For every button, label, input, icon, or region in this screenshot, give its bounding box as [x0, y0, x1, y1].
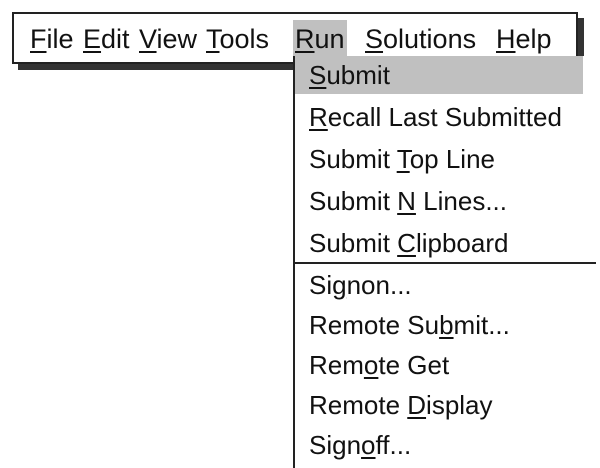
run-menu-label-pre: Rem [309, 350, 364, 380]
run-menu-mnemonic: C [397, 228, 416, 258]
menu-file[interactable]: File [28, 20, 76, 58]
menu-edit[interactable]: Edit [81, 20, 132, 58]
run-menu-label-post: mit... [453, 310, 510, 340]
menu-mnemonic: T [206, 24, 220, 54]
run-menu-label-post: ecall Last Submitted [327, 102, 562, 132]
run-menu-label-pre: Submit [309, 228, 398, 258]
run-menu-item-signon[interactable]: Signon... [295, 266, 412, 304]
run-menu-mnemonic: D [407, 390, 427, 420]
run-menu-label-post: lipboard [415, 228, 509, 258]
menu-label-post: ools [219, 24, 270, 54]
menu-solutions[interactable]: Solutions [363, 20, 478, 58]
run-menu-item-signoff[interactable]: Signoff... [295, 426, 411, 464]
menu-view[interactable]: View [137, 20, 199, 58]
run-menu-label-post: te Get [378, 350, 450, 380]
menu-label-post: olutions [383, 24, 477, 54]
run-menu-item-submit-top-line[interactable]: Submit Top Line [295, 140, 495, 178]
menu-help[interactable]: Help [494, 20, 554, 58]
run-menu-mnemonic: N [397, 186, 416, 216]
run-menu-mnemonic: T [396, 144, 410, 174]
menu-mnemonic: E [83, 24, 102, 54]
run-menu-label-pre: Submit [309, 186, 398, 216]
run-menu-label-post: ff... [375, 430, 412, 460]
run-menu-item-remote-display[interactable]: Remote Display [295, 386, 493, 424]
menu-mnemonic: H [496, 24, 516, 54]
run-menu-label-post: ubmit [326, 60, 390, 90]
run-menu-label-pre: Submit [309, 144, 397, 174]
menu-label-post: iew [156, 24, 198, 54]
run-menu-item-remote-get[interactable]: Remote Get [295, 346, 449, 384]
run-menu-item-submit[interactable]: Submit [295, 56, 583, 94]
run-menu-label-post: non... [346, 270, 412, 300]
menu-separator [295, 262, 596, 264]
run-menu-label-pre: Remote [309, 390, 408, 420]
run-dropdown-menu: Submit Recall Last Submitted Submit Top … [293, 56, 600, 468]
menu-label-post: ile [46, 24, 74, 54]
run-menu-label-pre: Si [309, 270, 333, 300]
run-menu-item-submit-clipboard[interactable]: Submit Clipboard [295, 224, 508, 262]
run-menu-item-submit-n-lines[interactable]: Submit N Lines... [295, 182, 507, 220]
run-menu-mnemonic: b [439, 310, 454, 340]
run-menu-mnemonic: o [363, 350, 379, 380]
run-menu-mnemonic: g [332, 270, 347, 300]
menu-tools[interactable]: Tools [204, 20, 271, 58]
menu-mnemonic: S [365, 24, 384, 54]
run-menu-mnemonic: R [309, 102, 328, 132]
run-menu-label-post: op Line [409, 144, 495, 174]
menu-mnemonic: R [295, 24, 315, 54]
run-menu-label-pre: Sign [309, 430, 362, 460]
menu-label-post: elp [515, 24, 552, 54]
run-menu-label-post: isplay [426, 390, 493, 420]
run-menu-item-recall-last-submitted[interactable]: Recall Last Submitted [295, 98, 562, 136]
menu-label-post: dit [101, 24, 130, 54]
menu-label-post: un [314, 24, 345, 54]
run-menu-mnemonic: S [309, 60, 327, 90]
run-menu-mnemonic: o [361, 430, 376, 460]
run-menu-label-post: Lines... [415, 186, 507, 216]
menu-run[interactable]: Run [293, 20, 347, 58]
menu-mnemonic: V [139, 24, 157, 54]
run-menu-item-remote-submit[interactable]: Remote Submit... [295, 306, 510, 344]
run-menu-label-pre: Remote Su [309, 310, 440, 340]
menu-mnemonic: F [30, 24, 47, 54]
